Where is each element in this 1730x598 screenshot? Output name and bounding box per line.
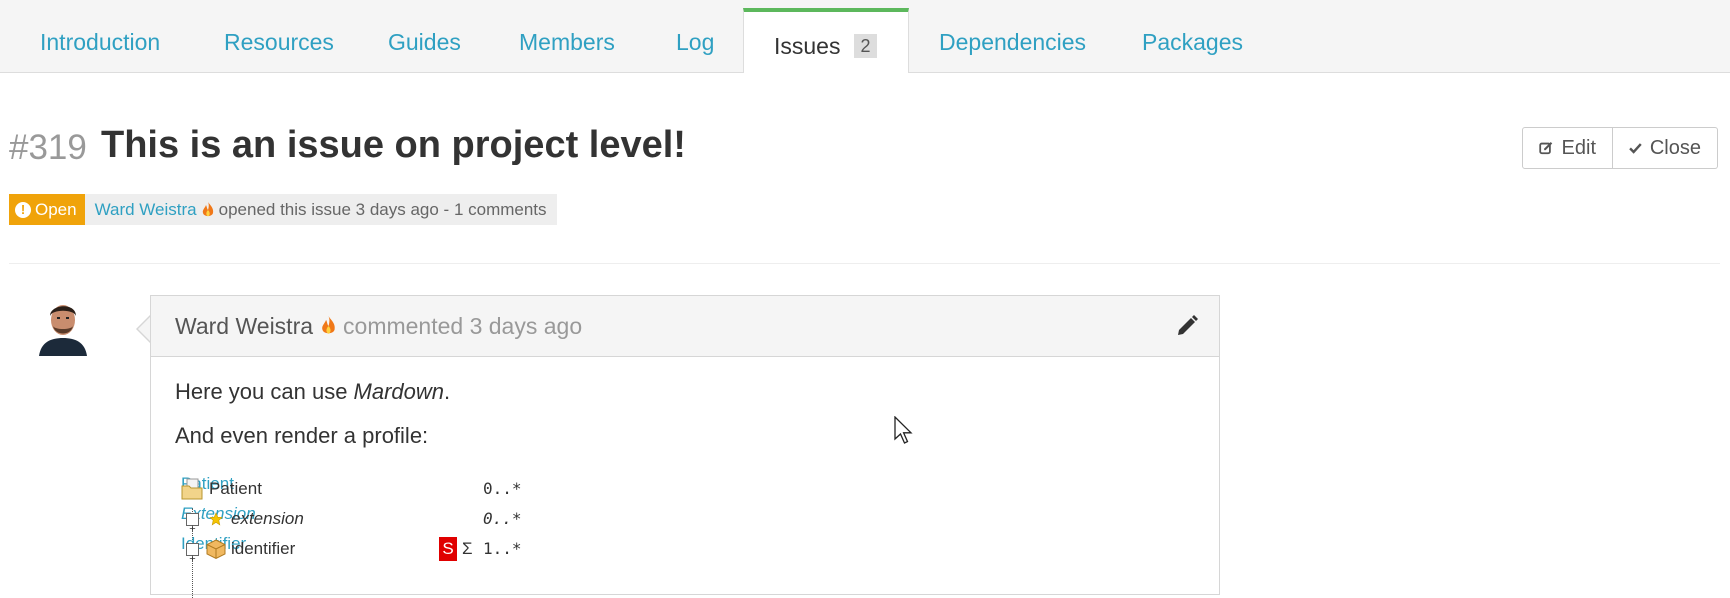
comment-emphasis: Mardown [353,379,445,404]
issue-actions: Edit Close [1522,127,1718,169]
comment-timestamp: commented 3 days ago [343,312,583,339]
issue-meta: ! Open Ward Weistra opened this issue 3 … [9,194,557,225]
tab-introduction[interactable]: Introduction [40,0,160,72]
opened-text: opened this issue 3 days ago - 1 comment… [218,199,547,219]
tab-members[interactable]: Members [519,0,615,72]
edit-icon [1539,142,1553,155]
avatar[interactable] [37,296,89,356]
edit-label: Edit [1561,136,1596,159]
tab-log[interactable]: Log [676,0,714,72]
header-divider [9,263,1720,264]
tab-issues[interactable]: Issues 2 [743,8,909,73]
tree-cardinality: 1..* [483,539,522,558]
summary-flag: Σ [462,539,473,558]
expand-icon[interactable]: + [186,543,199,565]
status-label: Open [35,199,77,219]
issue-title: This is an issue on project level! [101,124,686,166]
comment-text: Here you can use [175,379,354,404]
flame-icon [322,316,335,334]
tree-row-identifier: + identifier S Σ 1..* Identifier [181,534,522,565]
comment-paragraph-2: And even render a profile: [175,423,429,448]
tree-cardinality: 0..* [483,479,522,498]
extension-star-icon [209,512,223,526]
status-badge: ! Open [9,194,85,225]
pencil-icon[interactable] [1175,314,1199,338]
expand-icon[interactable]: + [186,513,199,535]
tree-element-name: extension [231,509,304,528]
edit-button[interactable]: Edit [1522,127,1613,169]
issue-author-link[interactable]: Ward Weistra [95,200,197,220]
close-issue-button[interactable]: Close [1613,127,1718,169]
comment-header: Ward Weistra commented 3 days ago [151,296,1219,357]
folder-icon [181,478,203,500]
comment-card: Ward Weistra commented 3 days ago Here y… [150,295,1220,598]
issue-number: #319 [9,128,87,167]
issue-count-badge: 2 [854,34,877,58]
project-tab-bar: Introduction Resources Guides Members Lo… [0,0,1730,73]
must-support-flag: S [439,537,457,561]
tree-row-extension: + extension 0..* Extension [181,504,522,535]
tab-guides[interactable]: Guides [388,0,461,72]
tab-issues-label: Issues [774,33,841,59]
flame-icon [202,201,213,216]
comment-author[interactable]: Ward Weistra [175,313,313,340]
tab-dependencies[interactable]: Dependencies [939,0,1086,72]
issue-opened-info: Ward Weistra opened this issue 3 days ag… [84,194,557,225]
datatype-cube-icon [206,539,226,560]
tab-packages[interactable]: Packages [1142,0,1243,72]
exclamation-icon: ! [15,201,31,218]
checkmark-icon [1629,143,1642,154]
comment-paragraph-1: Here you can use Mardown. [175,379,1195,405]
comment-body: Here you can use Mardown. And even rende… [151,357,1219,449]
close-label: Close [1649,136,1701,159]
tab-resources[interactable]: Resources [224,0,334,72]
tree-cardinality: 0..* [483,509,522,528]
tree-row-patient: Patient 0..* Patient [181,474,522,504]
tree-element-name: Patient [209,479,262,498]
mouse-cursor-icon [894,416,913,444]
comment-text: . [444,379,451,404]
tree-element-name: identifier [231,539,296,558]
